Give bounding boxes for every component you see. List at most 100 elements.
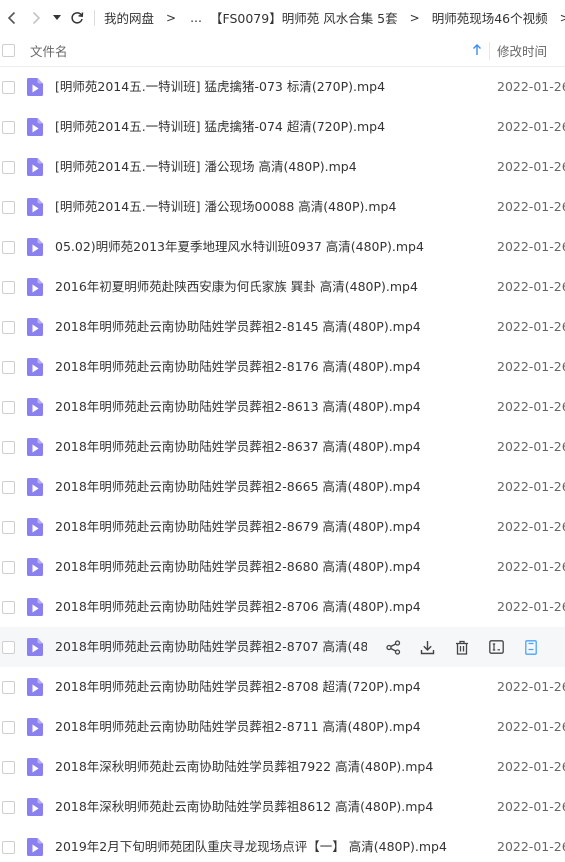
video-file-icon — [27, 678, 43, 696]
row-checkbox[interactable] — [2, 481, 15, 494]
file-modified-date: 2022-01-26 — [497, 279, 565, 294]
forward-button[interactable] — [24, 0, 48, 35]
file-row[interactable]: [明师苑2014五.一特训班] 潘公现场 高清(480P).mp4 2022-01… — [0, 147, 565, 187]
file-row[interactable]: [明师苑2014五.一特训班] 潘公现场00088 高清(480P).mp4 20… — [0, 187, 565, 227]
file-row[interactable]: 2018年明师苑赴云南协助陆姓学员葬祖2-8665 高清(480P).mp4 20… — [0, 467, 565, 507]
file-name[interactable]: 2018年明师苑赴云南协助陆姓学员葬祖2-8637 高清(480P).mp4 — [55, 427, 421, 467]
file-name[interactable]: 2018年明师苑赴云南协助陆姓学员葬祖2-8711 高清(480P).mp4 — [55, 707, 421, 747]
download-icon — [420, 640, 435, 654]
row-checkbox[interactable] — [2, 121, 15, 134]
file-row[interactable]: 2019年2月下旬明师苑团队重庆寻龙现场点评【一】 高清(480P).mp4 20… — [0, 827, 565, 862]
file-name[interactable]: 2018年明师苑赴云南协助陆姓学员葬祖2-8145 高清(480P).mp4 — [55, 307, 421, 347]
breadcrumb-separator: > — [166, 10, 177, 25]
back-button[interactable] — [0, 0, 24, 35]
row-checkbox[interactable] — [2, 161, 15, 174]
file-name[interactable]: 2018年明师苑赴云南协助陆姓学员葬祖2-8679 高清(480P).mp4 — [55, 507, 421, 547]
video-file-icon — [27, 758, 43, 776]
row-checkbox[interactable] — [2, 841, 15, 854]
file-row[interactable]: 2018年明师苑赴云南协助陆姓学员葬祖2-8145 高清(480P).mp4 20… — [0, 307, 565, 347]
file-modified-date: 2022-01-26 — [497, 679, 565, 694]
file-name[interactable]: 2018年深秋明师苑赴云南协助陆姓学员葬祖7922 高清(480P).mp4 — [55, 747, 433, 787]
file-modified-date: 2022-01-26 — [497, 119, 565, 134]
row-checkbox[interactable] — [2, 601, 15, 614]
video-file-icon — [27, 358, 43, 376]
breadcrumb-root[interactable]: 我的网盘 — [101, 8, 157, 27]
row-checkbox[interactable] — [2, 201, 15, 214]
file-info-icon — [525, 639, 537, 655]
file-row[interactable]: 2018年明师苑赴云南协助陆姓学员葬祖2-8706 高清(480P).mp4 20… — [0, 587, 565, 627]
file-name[interactable]: 2016年初夏明师苑赴陕西安康为何氏家族 巽卦 高清(480P).mp4 — [55, 267, 418, 307]
row-checkbox[interactable] — [2, 241, 15, 254]
row-checkbox[interactable] — [2, 441, 15, 454]
row-checkbox[interactable] — [2, 401, 15, 414]
delete-button[interactable] — [453, 638, 471, 656]
share-button[interactable] — [384, 638, 402, 656]
video-file-icon — [27, 278, 43, 296]
row-checkbox[interactable] — [2, 681, 15, 694]
trash-icon — [456, 640, 468, 655]
row-checkbox[interactable] — [2, 641, 15, 654]
sort-ascending-icon[interactable] — [472, 44, 482, 56]
file-row[interactable]: 2018年深秋明师苑赴云南协助陆姓学员葬祖8612 高清(480P).mp4 20… — [0, 787, 565, 827]
file-modified-date: 2022-01-26 — [497, 239, 565, 254]
video-file-icon — [27, 398, 43, 416]
video-file-icon — [27, 318, 43, 336]
file-modified-date: 2022-01-26 — [497, 359, 565, 374]
file-row[interactable]: 2018年明师苑赴云南协助陆姓学员葬祖2-8613 高清(480P).mp4 20… — [0, 387, 565, 427]
file-modified-date: 2022-01-26 — [497, 599, 565, 614]
file-name[interactable]: [明师苑2014五.一特训班] 潘公现场 高清(480P).mp4 — [55, 147, 357, 187]
file-row[interactable]: 2018年明师苑赴云南协助陆姓学员葬祖2-8680 高清(480P).mp4 20… — [0, 547, 565, 587]
file-row[interactable]: 2018年深秋明师苑赴云南协助陆姓学员葬祖7922 高清(480P).mp4 20… — [0, 747, 565, 787]
rename-button[interactable] — [488, 638, 506, 656]
file-modified-date: 2022-01-26 — [497, 799, 565, 814]
file-name[interactable]: 2018年明师苑赴云南协助陆姓学员葬祖2-8708 超清(720P).mp4 — [55, 667, 421, 707]
row-checkbox[interactable] — [2, 361, 15, 374]
row-checkbox[interactable] — [2, 801, 15, 814]
download-button[interactable] — [419, 638, 437, 656]
row-checkbox[interactable] — [2, 561, 15, 574]
select-all-checkbox[interactable] — [2, 44, 15, 57]
row-checkbox[interactable] — [2, 81, 15, 94]
breadcrumb-parent-folder[interactable]: 【FS0079】明师苑 风水合集 5套 — [207, 8, 401, 27]
file-name[interactable]: [明师苑2014五.一特训班] 猛虎擒猪-074 超清(720P).mp4 — [55, 107, 385, 147]
file-row[interactable]: 05.02)明师苑2013年夏季地理风水特训班0937 高清(480P).mp4… — [0, 227, 565, 267]
file-name[interactable]: [明师苑2014五.一特训班] 猛虎擒猪-073 标清(270P).mp4 — [55, 67, 385, 107]
row-checkbox[interactable] — [2, 321, 15, 334]
history-dropdown-button[interactable] — [48, 0, 66, 35]
file-name[interactable]: 2018年明师苑赴云南协助陆姓学员葬祖2-8613 高清(480P).mp4 — [55, 387, 421, 427]
file-modified-date: 2022-01-26 — [497, 159, 565, 174]
refresh-button[interactable] — [66, 0, 88, 35]
file-row[interactable]: 2018年明师苑赴云南协助陆姓学员葬祖2-8679 高清(480P).mp4 20… — [0, 507, 565, 547]
file-row[interactable]: 2018年明师苑赴云南协助陆姓学员葬祖2-8176 高清(480P).mp4 20… — [0, 347, 565, 387]
column-header-name[interactable]: 文件名 — [30, 41, 68, 60]
video-file-icon — [27, 838, 43, 856]
file-row[interactable]: 2016年初夏明师苑赴陕西安康为何氏家族 巽卦 高清(480P).mp4 2022… — [0, 267, 565, 307]
column-divider[interactable] — [489, 42, 490, 60]
file-row[interactable]: 2018年明师苑赴云南协助陆姓学员葬祖2-8707 高清(480... — [0, 627, 565, 667]
breadcrumb-collapsed[interactable]: ... — [185, 10, 207, 25]
rename-icon — [489, 640, 504, 654]
file-modified-date: 2022-01-26 — [497, 719, 565, 734]
column-header-modified[interactable]: 修改时间 — [497, 41, 547, 60]
file-row[interactable]: [明师苑2014五.一特训班] 猛虎擒猪-073 标清(270P).mp4 202… — [0, 67, 565, 107]
file-name[interactable]: 2018年明师苑赴云南协助陆姓学员葬祖2-8680 高清(480P).mp4 — [55, 547, 421, 587]
file-modified-date: 2022-01-26 — [497, 79, 565, 94]
file-name[interactable]: 2019年2月下旬明师苑团队重庆寻龙现场点评【一】 高清(480P).mp4 — [55, 827, 447, 862]
file-name[interactable]: 2018年明师苑赴云南协助陆姓学员葬祖2-8176 高清(480P).mp4 — [55, 347, 421, 387]
row-checkbox[interactable] — [2, 761, 15, 774]
file-name[interactable]: 2018年深秋明师苑赴云南协助陆姓学员葬祖8612 高清(480P).mp4 — [55, 787, 433, 827]
row-checkbox[interactable] — [2, 721, 15, 734]
file-name[interactable]: 2018年明师苑赴云南协助陆姓学员葬祖2-8707 高清(480... — [55, 627, 367, 667]
video-file-icon — [27, 198, 43, 216]
file-name[interactable]: [明师苑2014五.一特训班] 潘公现场00088 高清(480P).mp4 — [55, 187, 396, 227]
row-checkbox[interactable] — [2, 281, 15, 294]
row-checkbox[interactable] — [2, 521, 15, 534]
file-row[interactable]: 2018年明师苑赴云南协助陆姓学员葬祖2-8711 高清(480P).mp4 20… — [0, 707, 565, 747]
file-name[interactable]: 2018年明师苑赴云南协助陆姓学员葬祖2-8665 高清(480P).mp4 — [55, 467, 421, 507]
file-name[interactable]: 05.02)明师苑2013年夏季地理风水特训班0937 高清(480P).mp4 — [55, 227, 424, 267]
file-row[interactable]: [明师苑2014五.一特训班] 猛虎擒猪-074 超清(720P).mp4 202… — [0, 107, 565, 147]
file-row[interactable]: 2018年明师苑赴云南协助陆姓学员葬祖2-8637 高清(480P).mp4 20… — [0, 427, 565, 467]
more-button[interactable] — [522, 638, 540, 656]
file-name[interactable]: 2018年明师苑赴云南协助陆姓学员葬祖2-8706 高清(480P).mp4 — [55, 587, 421, 627]
file-row[interactable]: 2018年明师苑赴云南协助陆姓学员葬祖2-8708 超清(720P).mp4 20… — [0, 667, 565, 707]
